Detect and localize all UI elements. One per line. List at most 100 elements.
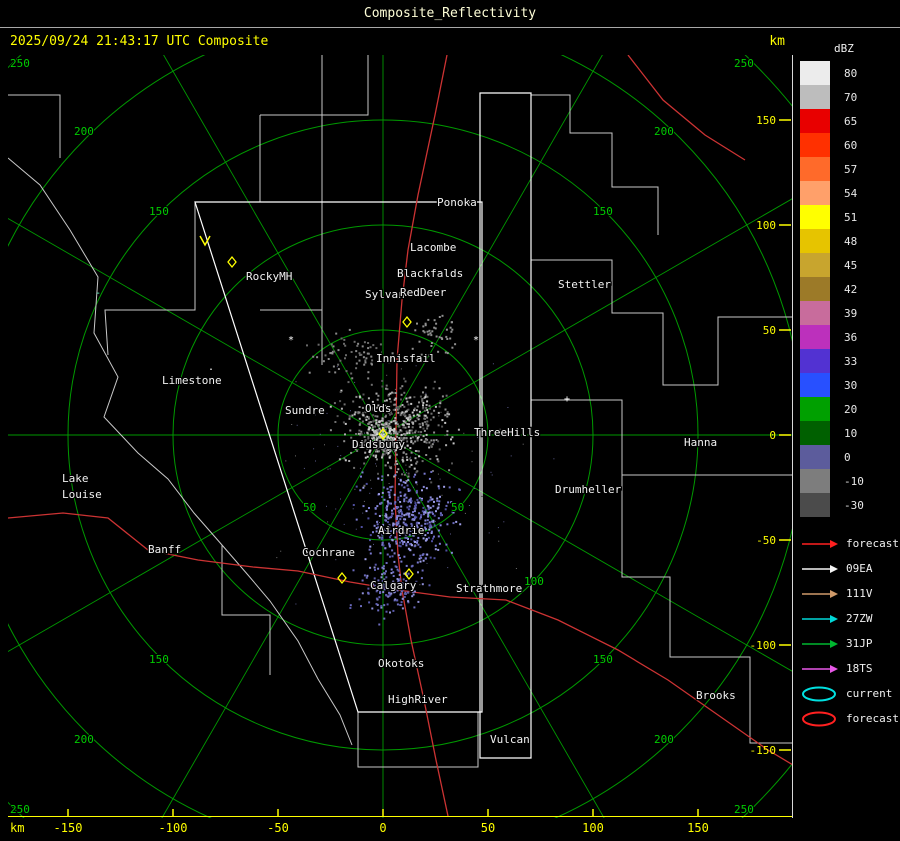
track-legend-row: 31JP <box>800 631 900 656</box>
ring-distance-label: 250 <box>734 57 754 70</box>
dbz-value-label: 30 <box>844 378 858 392</box>
track-legend-row: 09EA <box>800 556 900 581</box>
city-label-brooks: Brooks <box>696 689 736 702</box>
dbz-value-label: 48 <box>844 234 858 248</box>
county-boundary-line <box>621 475 793 744</box>
city-label-sundre: Sundre <box>285 404 325 417</box>
title-bar: Composite_Reflectivity <box>0 0 900 28</box>
track-legend-row: 27ZW <box>800 606 900 631</box>
ring-distance-label: 150 <box>593 205 613 218</box>
ring-distance-label: 150 <box>593 653 613 666</box>
track-arrow-icon <box>802 539 838 548</box>
dbz-value-label: 36 <box>844 330 858 344</box>
dbz-value-label: 80 <box>844 66 858 80</box>
dbz-color-swatch <box>800 397 830 421</box>
dbz-color-swatch <box>800 61 830 85</box>
ring-distance-label: 250 <box>10 57 30 70</box>
window-title: Composite_Reflectivity <box>363 6 537 21</box>
ring-distance-label: 200 <box>654 125 674 138</box>
track-label: forecast <box>846 712 899 725</box>
right-axis-label: -150 <box>750 744 777 757</box>
city-label-strathmore: Strathmore <box>456 582 522 595</box>
city-label-hanna: Hanna <box>684 436 717 449</box>
bottom-axis-label: 0 <box>379 821 387 835</box>
track-legend-row: forecast <box>800 531 900 556</box>
ring-distance-label: 200 <box>74 733 94 746</box>
dbz-value-label: 45 <box>844 258 858 272</box>
ring-distance-label: 50 <box>451 501 464 514</box>
dbz-scale-row: 30 <box>800 373 900 397</box>
city-label-didsbury: Didsbury <box>352 438 405 451</box>
radar-site-diamond-icon <box>227 255 237 269</box>
dbz-scale-row: 48 <box>800 229 900 253</box>
dbz-scale-row: 20 <box>800 397 900 421</box>
track-legend-row: 111V <box>800 581 900 606</box>
map-speck: + <box>564 394 570 405</box>
dbz-color-swatch <box>800 277 830 301</box>
highway-line <box>8 512 793 766</box>
dbz-color-swatch <box>800 229 830 253</box>
ring-distance-label: 50 <box>303 501 316 514</box>
track-legend-row: current <box>800 681 900 706</box>
city-label-threehills: ThreeHills <box>474 426 540 439</box>
bottom-axis-label: -150 <box>53 821 83 835</box>
radar-site-diamond-icon <box>402 315 412 329</box>
city-label-lake: Lake <box>62 472 89 485</box>
track-label: 31JP <box>846 637 873 650</box>
header-row: 2025/09/24 21:43:17 UTC Composite km <box>0 28 793 55</box>
city-label-rockymh: RockyMH <box>246 270 292 283</box>
ring-distance-label: 250 <box>734 803 754 816</box>
dbz-color-swatch <box>800 205 830 229</box>
unit-label-top-right: km <box>769 34 785 49</box>
dbz-color-swatch <box>800 253 830 277</box>
track-arrow-icon <box>802 564 838 573</box>
dbz-color-swatch <box>800 109 830 133</box>
right-axis-label: 150 <box>756 114 776 127</box>
dbz-scale-row: 51 <box>800 205 900 229</box>
right-axis-label: 100 <box>756 219 776 232</box>
bottom-axis-label: 50 <box>480 821 496 835</box>
timestamp: 2025/09/24 21:43:17 UTC Composite <box>10 34 269 49</box>
ring-distance-label: 150 <box>149 653 169 666</box>
city-label-highriver: HighRiver <box>388 693 448 706</box>
bottom-axis-label: 150 <box>687 821 709 835</box>
map-speck: - <box>95 288 101 299</box>
track-label: current <box>846 687 893 700</box>
track-legend-row: forecast <box>800 706 900 731</box>
dbz-scale-row: -30 <box>800 493 900 517</box>
city-label-olds: Olds <box>365 402 392 415</box>
dbz-color-swatch <box>800 373 830 397</box>
radar-window: Composite_Reflectivity 2025/09/24 21:43:… <box>0 0 900 841</box>
track-ellipse-icon <box>802 686 836 701</box>
dbz-scale-row: 36 <box>800 325 900 349</box>
dbz-value-label: 33 <box>844 354 858 368</box>
dbz-scale-row: 60 <box>800 133 900 157</box>
city-label-banff: Banff <box>148 543 181 556</box>
dbz-value-label: 65 <box>844 114 858 128</box>
dbz-value-label: 20 <box>844 402 858 416</box>
dbz-scale-row: 65 <box>800 109 900 133</box>
city-label-louise: Louise <box>62 488 102 501</box>
dbz-value-label: -30 <box>844 498 864 512</box>
dbz-color-swatch <box>800 157 830 181</box>
city-label-stettler: Stettler <box>558 278 611 291</box>
dbz-scale-row: 70 <box>800 85 900 109</box>
right-axis-label: -50 <box>756 534 776 547</box>
dbz-color-scale: 80 70 65 60 57 54 51 48 45 42 39 36 33 30 20 10 0 -10 -30 <box>800 61 900 517</box>
city-label-limestone: Limestone <box>162 374 222 387</box>
radar-map-canvas[interactable]: 250 200 150 250 200 150 150 200 250 150 200 250 50 10… <box>8 55 793 818</box>
ring-distance-label: 100 <box>524 575 544 588</box>
dbz-scale-row: 42 <box>800 277 900 301</box>
right-axis-label: -100 <box>750 639 777 652</box>
city-label-cochrane: Cochrane <box>302 546 355 559</box>
track-label: 18TS <box>846 662 873 675</box>
dbz-value-label: 51 <box>844 210 858 224</box>
bottom-axis-label: 100 <box>582 821 604 835</box>
dbz-scale-row: 33 <box>800 349 900 373</box>
dbz-color-swatch <box>800 445 830 469</box>
track-ellipse-icon <box>802 711 836 726</box>
dbz-color-swatch <box>800 301 830 325</box>
city-label-calgary: Calgary <box>370 579 417 592</box>
track-label: 09EA <box>846 562 873 575</box>
ring-distance-label: 200 <box>74 125 94 138</box>
